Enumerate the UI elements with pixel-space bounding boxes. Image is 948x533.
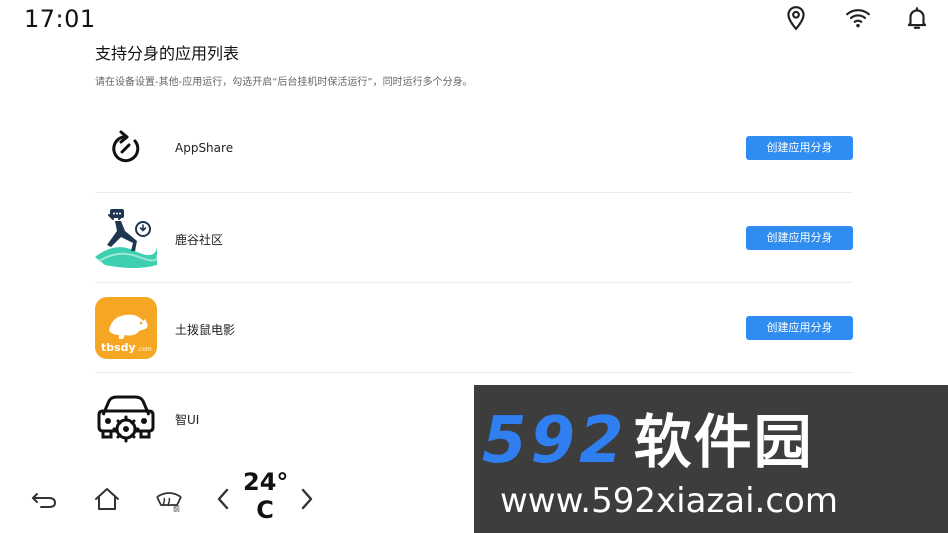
home-icon[interactable]	[90, 482, 124, 516]
chevron-right-icon[interactable]	[290, 482, 324, 516]
temperature-value: 24°	[243, 468, 289, 496]
list-item: tbsdy .com 土拨鼠电影 创建应用分身	[95, 283, 853, 373]
watermark-text: 软件园	[633, 408, 814, 476]
tbsdy-icon-label: tbsdy	[101, 341, 136, 354]
bell-icon	[904, 5, 930, 31]
watermark-banner: 592 软件园 www.592xiazai.com	[474, 385, 948, 533]
defrost-label: 前	[173, 504, 180, 513]
clock: 17:01	[24, 5, 96, 33]
app-name: AppShare	[175, 141, 234, 155]
wifi-icon	[845, 5, 871, 31]
app-name: 智UI	[175, 413, 200, 427]
temperature-display: 24° C	[243, 468, 289, 524]
tbsdy-icon: tbsdy .com	[95, 297, 157, 359]
defrost-icon[interactable]: 前	[152, 482, 186, 516]
create-clone-button[interactable]: 创建应用分身	[746, 226, 853, 250]
back-icon[interactable]	[27, 482, 61, 516]
lugu-icon	[95, 207, 157, 269]
create-clone-button[interactable]: 创建应用分身	[746, 136, 853, 160]
location-icon	[783, 5, 809, 31]
watermark-number: 592	[482, 404, 628, 478]
list-item: AppShare 创建应用分身	[95, 103, 853, 193]
status-bar: 17:01	[0, 0, 948, 38]
watermark-brand: 592 软件园	[482, 405, 814, 478]
navigation-bar: 前 24° C	[0, 462, 474, 533]
app-name: 鹿谷社区	[175, 233, 224, 247]
tbsdy-icon-sublabel: .com	[137, 346, 152, 353]
zhiui-icon	[95, 387, 157, 449]
create-clone-button[interactable]: 创建应用分身	[746, 316, 853, 340]
appshare-icon	[95, 117, 157, 179]
page-subtitle: 请在设备设置-其他-应用运行，勾选开启“后台挂机时保活运行”，同时运行多个分身。	[95, 77, 473, 88]
chevron-left-icon[interactable]	[206, 482, 240, 516]
app-name: 土拨鼠电影	[175, 323, 236, 337]
list-item: 鹿谷社区 创建应用分身	[95, 193, 853, 283]
page-title: 支持分身的应用列表	[95, 44, 240, 63]
temperature-unit: C	[256, 496, 274, 524]
watermark-url: www.592xiazai.com	[500, 481, 838, 521]
